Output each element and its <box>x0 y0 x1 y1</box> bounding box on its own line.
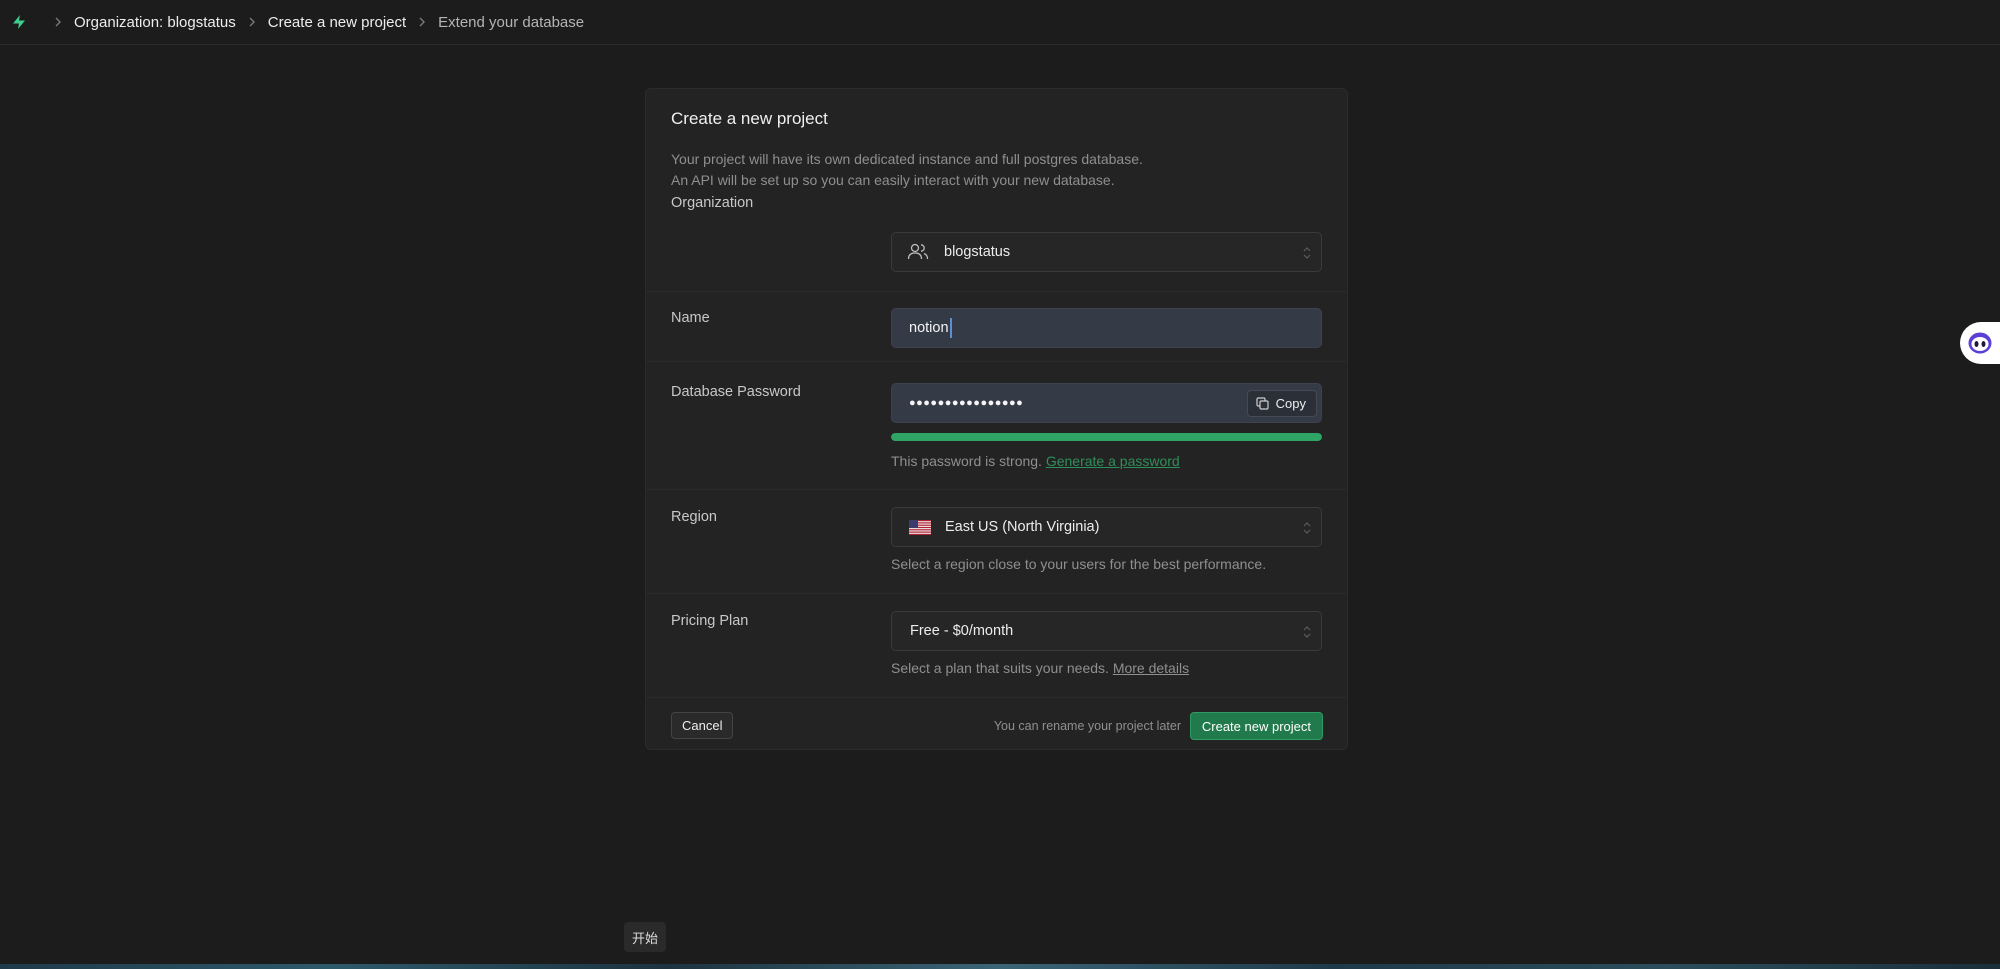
start-button[interactable]: 开始 <box>624 922 666 952</box>
generate-password-link[interactable]: Generate a password <box>1046 453 1180 469</box>
database-password-label: Database Password <box>671 384 801 400</box>
us-flag-icon <box>909 519 931 535</box>
password-strength-text: This password is strong. <box>891 453 1042 469</box>
chevron-up-down-icon <box>1303 520 1311 536</box>
password-strength-hint: This password is strong. Generate a pass… <box>891 453 1180 469</box>
card-title: Create a new project <box>671 109 828 128</box>
region-hint: Select a region close to your users for … <box>891 556 1267 572</box>
desktop-wallpaper-strip <box>0 964 2000 969</box>
copy-button-label: Copy <box>1275 396 1306 411</box>
create-project-card: Create a new project Your project will h… <box>645 88 1348 750</box>
breadcrumb-organization[interactable]: Organization: blogstatus <box>74 14 236 31</box>
name-label: Name <box>671 310 710 326</box>
name-input[interactable]: notion <box>891 308 1322 348</box>
users-icon <box>907 243 929 261</box>
region-value: East US (North Virginia) <box>945 519 1100 535</box>
copy-password-button[interactable]: Copy <box>1246 390 1317 417</box>
more-details-link[interactable]: More details <box>1113 660 1189 676</box>
pricing-plan-value: Free - $0/month <box>910 623 1014 639</box>
pricing-hint-text: Select a plan that suits your needs. <box>891 660 1109 676</box>
chevron-right-icon <box>418 17 426 27</box>
divider <box>646 361 1347 362</box>
chevron-up-down-icon <box>1303 245 1311 261</box>
cancel-button[interactable]: Cancel <box>671 712 734 739</box>
supabase-logo-icon[interactable] <box>10 13 28 31</box>
chevron-right-icon <box>54 17 62 27</box>
password-masked-value: ●●●●●●●●●●●●●●●● <box>909 397 1024 409</box>
database-password-input[interactable]: ●●●●●●●●●●●●●●●● Copy <box>891 383 1322 423</box>
divider <box>646 593 1347 594</box>
organization-label: Organization <box>671 195 754 211</box>
create-new-project-button[interactable]: Create new project <box>1189 712 1323 740</box>
name-value: notion <box>909 320 949 336</box>
region-label: Region <box>671 509 717 525</box>
organization-value: blogstatus <box>944 244 1011 260</box>
divider <box>646 291 1347 292</box>
robot-face-icon <box>1967 331 1993 355</box>
pricing-plan-label: Pricing Plan <box>671 613 749 629</box>
pricing-plan-select[interactable]: Free - $0/month <box>891 611 1322 651</box>
divider <box>646 489 1347 490</box>
breadcrumb-create-project[interactable]: Create a new project <box>268 14 406 31</box>
text-cursor <box>949 318 952 338</box>
assistant-widget-button[interactable] <box>1960 322 2000 364</box>
chevron-right-icon <box>248 17 256 27</box>
region-select[interactable]: East US (North Virginia) <box>891 507 1322 547</box>
divider <box>646 697 1347 698</box>
copy-icon <box>1256 397 1269 410</box>
breadcrumb-extend-database[interactable]: Extend your database <box>438 14 584 31</box>
card-description-line-1: Your project will have its own dedicated… <box>671 151 1143 167</box>
organization-select[interactable]: blogstatus <box>891 232 1322 272</box>
rename-note: You can rename your project later <box>993 719 1181 733</box>
card-description: Your project will have its own dedicated… <box>671 149 1143 191</box>
password-strength-bar <box>891 433 1322 441</box>
chevron-up-down-icon <box>1303 624 1311 640</box>
password-strength-fill <box>891 433 1322 441</box>
top-bar: Organization: blogstatus Create a new pr… <box>0 0 2000 45</box>
card-description-line-2: An API will be set up so you can easily … <box>671 172 1115 188</box>
pricing-plan-hint: Select a plan that suits your needs. Mor… <box>891 660 1189 676</box>
